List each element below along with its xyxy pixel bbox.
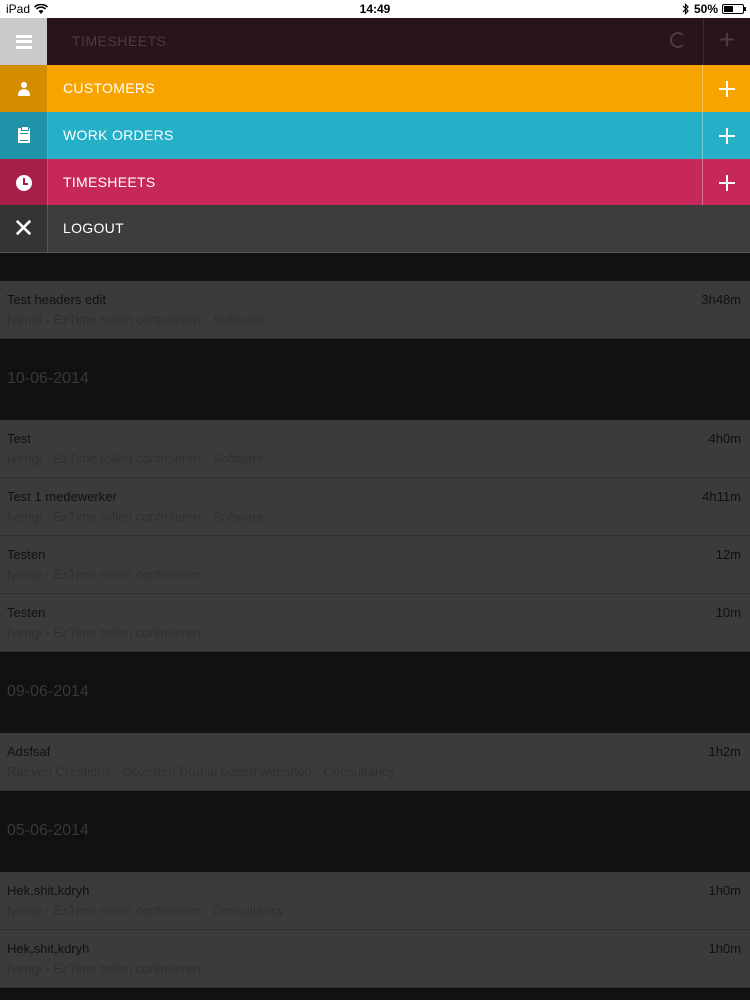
entry-name: Test 1 medewerker — [7, 489, 117, 504]
entry-duration: 1h2m — [708, 744, 741, 759]
close-icon: ✕ — [12, 213, 35, 244]
timesheet-row[interactable]: Testen 12m Ivengi - EzTime rollen controle… — [0, 536, 750, 594]
timesheet-row[interactable]: Test 1 medewerker 4h11m Ivengi - EzTime ro… — [0, 478, 750, 536]
timesheet-row[interactable]: Testen 10m Ivengi - EzTime rollen controle… — [0, 594, 750, 652]
plus-icon — [718, 174, 735, 191]
entry-details: Ivengi - EzTime rollen controleren - — [7, 567, 209, 582]
entry-name: Test — [7, 431, 31, 446]
entry-details: Ivengi - EzTime rollen controleren - — [7, 625, 209, 640]
person-icon — [17, 81, 31, 96]
date-label: 09-06-2014 — [7, 683, 89, 700]
entry-name: Hek,shit,kdryh — [7, 941, 90, 956]
entry-duration: 1h0m — [708, 941, 741, 956]
status-bar: iPad 14:49 50% — [0, 0, 750, 18]
menu-item-logout[interactable]: ✕ LOGOUT — [0, 205, 750, 253]
menu-item-customers[interactable]: CUSTOMERS — [0, 65, 750, 112]
bluetooth-icon — [682, 3, 689, 15]
timesheet-row[interactable]: Test 4h0m Ivengi - EzTime rollen controler… — [0, 420, 750, 478]
entry-name: Testen — [7, 547, 46, 562]
battery-percent: 50% — [693, 2, 718, 16]
entry-duration: 10m — [715, 605, 741, 620]
status-time: 14:49 — [359, 2, 391, 16]
entry-duration: 3h48m — [701, 292, 741, 307]
clock-icon — [15, 174, 32, 191]
app-header: TIMESHEETS + — [0, 18, 750, 65]
menu-item-label: TIMESHEETS — [63, 174, 156, 190]
entry-details: Ivengi - EzTime rollen controleren - Sof… — [7, 312, 264, 327]
entry-name: Testen — [7, 605, 46, 620]
battery-level — [724, 6, 733, 12]
app-screen: iPad 14:49 50% TIMESHEETS + CUSTOMERS WO… — [0, 0, 750, 1000]
date-header: 09-06-2014 — [0, 652, 750, 733]
date-header: 05-06-2014 — [0, 791, 750, 872]
refresh-icon[interactable] — [670, 32, 686, 48]
entry-details: Ivengi - EzTime rollen controleren - — [7, 961, 209, 976]
timesheet-list: Test headers edit 3h48m Ivengi - EzTime ro… — [0, 253, 750, 1000]
date-label: 10-06-2014 — [7, 370, 89, 387]
menu-item-label: LOGOUT — [63, 220, 124, 236]
entry-name: Adsfsaf — [7, 744, 51, 759]
date-label: 05-06-2014 — [7, 822, 89, 839]
hamburger-icon — [15, 34, 32, 49]
menu-item-timesheets[interactable]: TIMESHEETS — [0, 159, 750, 206]
timesheet-row[interactable]: Hek,shit,kdryh 1h0m Ivengi - EzTime rollen… — [0, 872, 750, 930]
status-right: 50% — [682, 2, 746, 16]
plus-icon — [718, 127, 735, 144]
entry-details: Raeven Creations - Opzetten Drupal based… — [7, 764, 396, 779]
timesheet-row[interactable]: Adsfsaf 1h2m Raeven Creations - Opzetten D… — [0, 733, 750, 791]
battery-icon — [722, 4, 746, 14]
customers-icon-cell — [0, 65, 48, 112]
add-timesheet-header-button[interactable]: + — [703, 18, 750, 65]
add-customer-button[interactable] — [702, 65, 750, 112]
menu-item-label: WORK ORDERS — [63, 127, 174, 143]
entry-details: Ivengi - EzTime rollen controleren - Sof… — [7, 451, 264, 466]
menu-item-label: CUSTOMERS — [63, 80, 155, 96]
work-orders-icon-cell — [0, 112, 48, 159]
entry-name: Test headers edit — [7, 292, 107, 307]
add-timesheet-button[interactable] — [702, 159, 750, 206]
list-spacer — [0, 253, 750, 281]
entry-name: Hek,shit,kdryh — [7, 883, 90, 898]
entry-duration: 12m — [715, 547, 741, 562]
logout-icon-cell: ✕ — [0, 205, 48, 252]
date-header: 10-06-2014 — [0, 339, 750, 420]
menu-item-work-orders[interactable]: WORK ORDERS — [0, 112, 750, 159]
page-title: TIMESHEETS — [72, 33, 167, 49]
entry-duration: 1h0m — [708, 883, 741, 898]
timesheet-row[interactable]: Hek,shit,kdryh 1h0m Ivengi - EzTime rollen… — [0, 930, 750, 988]
entry-duration: 4h11m — [702, 489, 741, 504]
clipboard-icon — [17, 126, 30, 143]
timesheet-row[interactable]: Test headers edit 3h48m Ivengi - EzTime ro… — [0, 281, 750, 339]
plus-icon — [718, 80, 735, 97]
timesheets-icon-cell — [0, 159, 48, 206]
entry-details: Ivengi - EzTime rollen controleren - Con… — [7, 903, 284, 918]
menu-toggle-button[interactable] — [0, 18, 47, 65]
entry-duration: 4h0m — [708, 431, 741, 446]
entry-details: Ivengi - EzTime rollen controleren - Sof… — [7, 509, 264, 524]
add-work-order-button[interactable] — [702, 112, 750, 159]
